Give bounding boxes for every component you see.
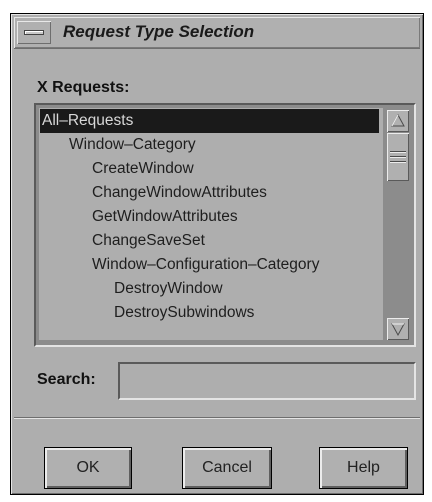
thumb-grip-line <box>390 156 406 157</box>
list-item-label: ChangeWindowAttributes <box>92 184 267 201</box>
search-label: Search: <box>37 371 96 388</box>
dialog-window: Request Type Selection X Requests: All–R… <box>10 13 424 495</box>
dialog-body: X Requests: All–Requests Window–Category C… <box>14 49 420 491</box>
list-item[interactable]: GetWindowAttributes <box>39 205 383 229</box>
window-menu-button[interactable] <box>17 21 51 44</box>
window-menu-icon <box>24 30 44 35</box>
list-item[interactable]: ChangeSaveSet <box>39 229 383 253</box>
ok-button[interactable]: OK <box>44 447 132 489</box>
list-item[interactable]: All–Requests <box>40 109 379 133</box>
list-item-label: ChangeSaveSet <box>92 232 205 249</box>
window-title: Request Type Selection <box>63 22 255 41</box>
thumb-grip-line <box>390 161 406 162</box>
list-item[interactable]: ChangeWindowAttributes <box>39 181 383 205</box>
separator <box>14 417 420 419</box>
thumb-grip-line <box>390 151 406 152</box>
scroll-down-button[interactable] <box>387 318 409 340</box>
list-item-label: CreateWindow <box>92 160 194 177</box>
triangle-up-icon <box>391 113 405 127</box>
search-input[interactable] <box>118 362 416 400</box>
list-item-label: DestroyWindow <box>114 280 223 297</box>
list-item-label: Window–Configuration–Category <box>92 256 320 273</box>
list-item-label: DestroySubwindows <box>114 304 255 321</box>
scroll-up-button[interactable] <box>387 110 409 132</box>
requests-list-label: X Requests: <box>37 79 130 96</box>
vertical-scrollbar[interactable] <box>385 108 412 342</box>
list-item[interactable]: CreateWindow <box>39 157 383 181</box>
list-item[interactable]: Window–Category <box>39 133 383 157</box>
list-item-label: GetWindowAttributes <box>92 208 238 225</box>
list-item[interactable]: DestroySubwindows <box>39 301 383 325</box>
triangle-down-icon <box>391 323 405 337</box>
title-bar[interactable]: Request Type Selection <box>14 17 420 49</box>
scrollbar-thumb[interactable] <box>387 133 409 181</box>
list-item[interactable]: Window–Configuration–Category <box>39 253 383 277</box>
requests-list-frame: All–Requests Window–Category CreateWindow C… <box>34 103 416 347</box>
cancel-button[interactable]: Cancel <box>182 447 272 489</box>
help-button[interactable]: Help <box>319 447 408 489</box>
list-item-label: Window–Category <box>69 136 196 153</box>
list-item-label: All–Requests <box>42 112 134 129</box>
list-item[interactable]: DestroyWindow <box>39 277 383 301</box>
requests-list[interactable]: All–Requests Window–Category CreateWindow C… <box>39 108 383 340</box>
